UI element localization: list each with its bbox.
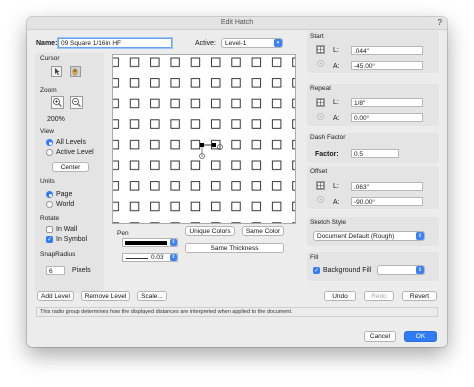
page-radio[interactable] — [46, 191, 53, 198]
repeat-a-field[interactable]: 0.00° — [351, 113, 423, 122]
name-label: Name: — [36, 40, 58, 47]
background-fill-label: Background Fill — [323, 267, 372, 274]
pen-weight-value: 0.03 — [151, 254, 164, 261]
active-label: Active: — [195, 40, 217, 47]
start-a-field[interactable]: -45.00° — [351, 61, 423, 70]
center-button[interactable]: Center — [52, 162, 89, 172]
repeat-a-label: A: — [333, 115, 340, 122]
active-level-radio[interactable] — [46, 149, 53, 156]
units-label: Units — [40, 178, 55, 185]
target-icon[interactable] — [316, 112, 325, 121]
zoom-value: 200% — [47, 116, 65, 123]
snap-radius-field[interactable]: 6 — [46, 266, 65, 275]
snap-radius-unit: Pixels — [72, 267, 91, 274]
redo-button[interactable]: Redo — [364, 291, 394, 301]
grid-snap-icon[interactable] — [316, 45, 325, 54]
offset-a-label: A: — [333, 199, 340, 206]
all-levels-radio[interactable] — [46, 139, 53, 146]
title-bar: Edit Hatch ? — [27, 17, 447, 30]
in-wall-label: In Wall — [56, 226, 78, 233]
zoom-out-icon[interactable] — [70, 96, 83, 109]
edit-hatch-dialog: Edit Hatch ? Name: 09 Square 1/16in HF A… — [27, 17, 447, 347]
fill-color-popup[interactable]: ⇕ — [377, 265, 425, 275]
start-a-label: A: — [333, 63, 340, 70]
chevron-updown-icon: ⇕ — [170, 239, 177, 246]
dash-factor-label: Dash Factor — [310, 134, 346, 141]
start-l-label: L: — [333, 47, 339, 54]
grid-snap-icon[interactable] — [316, 98, 325, 107]
sketch-style-label: Sketch Style — [310, 219, 347, 226]
repeat-l-field[interactable]: 1/8" — [351, 98, 423, 107]
active-level-label: Active Level — [56, 149, 94, 156]
status-bar: This radio group determines how the disp… — [36, 307, 438, 317]
sketch-style-value: Document Default (Rough) — [317, 233, 395, 240]
chevron-updown-icon: ⇕ — [416, 232, 424, 240]
hand-cursor-icon[interactable] — [70, 66, 81, 77]
fill-label: Fill — [310, 254, 319, 261]
grid-snap-icon[interactable] — [316, 181, 325, 190]
pen-label: Pen — [117, 230, 129, 237]
cursor-label: Cursor — [40, 55, 60, 62]
background-fill-checkbox[interactable]: ✓ — [313, 267, 320, 274]
world-label: World — [56, 201, 75, 208]
start-label: Start — [310, 33, 324, 40]
hatch-handle-icon[interactable] — [196, 139, 230, 159]
active-level-popup[interactable]: Level-1 ▾ — [221, 38, 283, 48]
name-field[interactable]: 09 Square 1/16in HF — [58, 38, 172, 48]
undo-button[interactable]: Undo — [324, 291, 356, 301]
in-wall-checkbox[interactable] — [46, 226, 53, 233]
target-icon[interactable] — [316, 195, 325, 204]
factor-field[interactable]: 0.5 — [351, 149, 399, 158]
pen-color-swatch — [125, 241, 167, 245]
repeat-l-label: L: — [333, 99, 339, 106]
scale-button[interactable]: Scale... — [137, 291, 167, 301]
target-icon[interactable] — [316, 59, 325, 68]
page-label: Page — [56, 191, 73, 198]
hatch-preview-canvas[interactable] — [112, 54, 296, 224]
offset-label: Offset — [310, 168, 328, 175]
offset-a-field[interactable]: -90.00° — [351, 197, 423, 206]
ok-button[interactable]: OK — [404, 331, 437, 342]
same-color-button[interactable]: Same Color — [242, 226, 284, 236]
pen-weight-line — [126, 258, 148, 259]
dialog-title: Edit Hatch — [220, 19, 254, 26]
chevron-updown-icon: ⇕ — [416, 266, 424, 274]
zoom-label: Zoom — [40, 87, 57, 94]
pen-weight-popup[interactable]: 0.03 ⇕ — [122, 253, 178, 262]
pen-color-well[interactable]: ⇕ — [122, 238, 178, 247]
active-level-value: Level-1 — [225, 40, 247, 47]
cancel-button[interactable]: Cancel — [364, 331, 396, 342]
rotate-label: Rotate — [40, 215, 60, 222]
chevron-down-icon: ▾ — [274, 39, 282, 47]
status-text: This radio group determines how the disp… — [40, 309, 293, 315]
add-level-button[interactable]: Add Level — [37, 291, 74, 301]
offset-l-label: L: — [333, 183, 339, 190]
start-l-field[interactable]: .044" — [351, 46, 423, 55]
help-icon[interactable]: ? — [438, 17, 442, 29]
sketch-style-popup[interactable]: Document Default (Rough) ⇕ — [313, 231, 425, 241]
world-radio[interactable] — [46, 201, 53, 208]
same-thickness-button[interactable]: Same Thickness — [185, 243, 284, 253]
snap-radius-label: SnapRadius — [40, 251, 76, 258]
zoom-in-icon[interactable] — [51, 96, 64, 109]
offset-l-field[interactable]: .063" — [351, 182, 423, 191]
in-symbol-checkbox[interactable]: ✓ — [46, 236, 53, 243]
chevron-updown-icon: ⇕ — [170, 254, 177, 261]
arrow-cursor-icon[interactable] — [51, 66, 62, 77]
all-levels-label: All Levels — [56, 139, 86, 146]
revert-button[interactable]: Revert — [402, 291, 437, 301]
in-symbol-label: In Symbol — [56, 236, 88, 243]
repeat-label: Repeat — [310, 85, 331, 92]
remove-level-button[interactable]: Remove Level — [81, 291, 130, 301]
view-label: View — [40, 128, 54, 135]
unique-colors-button[interactable]: Unique Colors — [185, 226, 235, 236]
factor-label: Factor: — [315, 151, 339, 158]
